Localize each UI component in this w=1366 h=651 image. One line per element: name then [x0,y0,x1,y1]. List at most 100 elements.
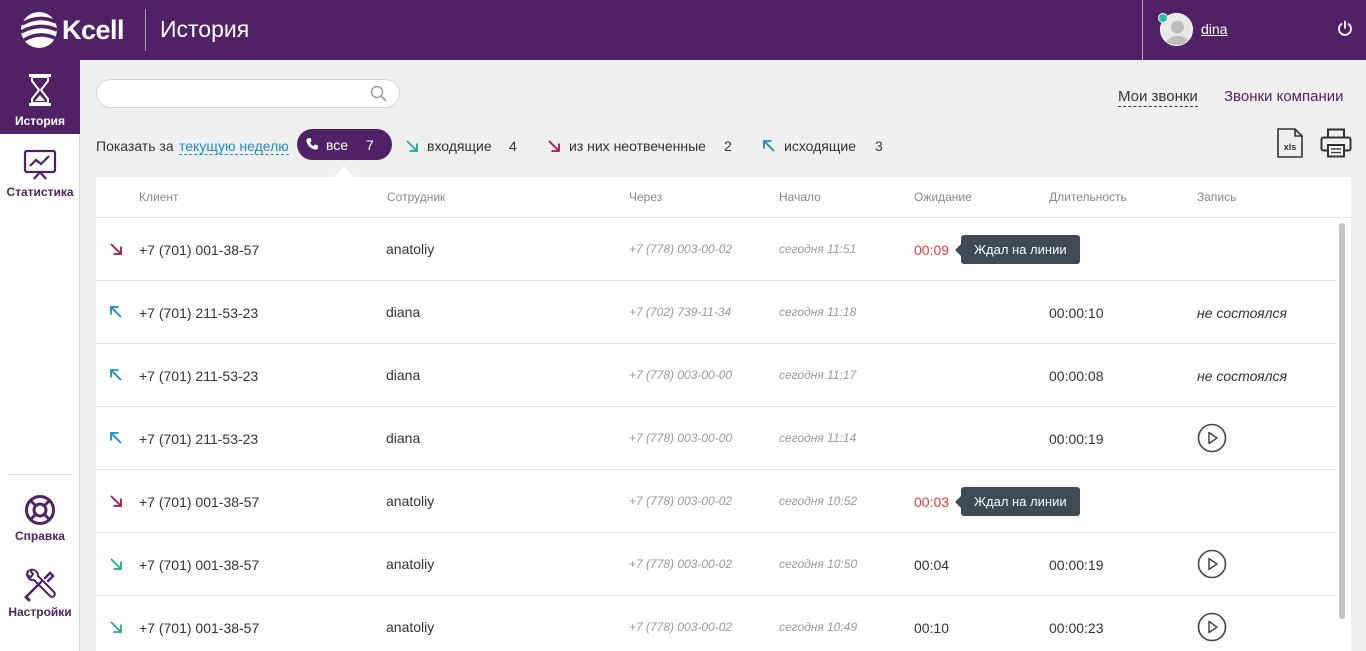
table-row[interactable]: +7 (701) 001-38-57 anatoliy +7 (778) 003-0… [96,533,1336,596]
wait-time: 00:03 [914,494,950,510]
outgoing-arrow-icon [762,139,776,156]
table-row[interactable]: +7 (701) 211-53-23 diana +7 (778) 003-00-0… [96,407,1336,470]
play-icon [1197,549,1227,582]
employee-name: anatoliy [386,556,435,572]
via-number: +7 (778) 003-00-02 [629,494,733,508]
xls-file-icon: xls [1277,128,1303,158]
wait-time: 00:04 [914,557,950,573]
column-header-record[interactable]: Запись [1197,190,1236,204]
incoming-call-icon [109,620,123,637]
start-time: сегодня 11:18 [779,305,857,319]
record-status: не состоялся [1197,305,1288,321]
call-duration: 00:00:19 [1049,557,1104,573]
sidebar-item-label: История [14,114,66,128]
column-header-start[interactable]: Начало [779,190,821,204]
start-time: сегодня 10:52 [779,494,858,508]
logo-text: Kcell [62,14,125,45]
missed-call-icon [109,494,123,511]
client-phone[interactable]: +7 (701) 001-38-57 [139,557,259,573]
filter-all-label: все [326,137,349,153]
via-number: +7 (778) 003-00-00 [629,368,733,382]
sidebar-item-label: Настройки [8,605,72,619]
employee-name: anatoliy [386,493,435,509]
user-name-link[interactable]: dina [1201,21,1227,37]
table-header: Клиент Сотрудник Через Начало Ожидание Д… [96,177,1351,218]
sidebar-item-help[interactable]: Справка [0,494,80,546]
outgoing-call-icon [109,305,123,322]
export-xls-button[interactable]: xls [1276,128,1304,163]
column-header-duration[interactable]: Длительность [1049,190,1127,204]
table-scrollbar[interactable] [1339,223,1345,619]
search-icon[interactable] [370,85,387,107]
start-time: сегодня 11:51 [779,242,857,256]
start-time: сегодня 10:50 [779,557,858,571]
filter-incoming-count: 4 [509,138,517,154]
hourglass-icon [29,74,51,106]
filter-missed-count: 2 [724,138,732,154]
waiting-tooltip: Ждал на линии [955,235,1080,264]
play-recording-button[interactable] [1197,549,1227,582]
sidebar-item-statistics[interactable]: Статистика [0,148,80,208]
start-time: сегодня 11:14 [779,431,857,445]
logout-button[interactable] [1337,20,1353,42]
column-header-employee[interactable]: Сотрудник [387,190,445,204]
column-header-client[interactable]: Клиент [139,190,179,204]
period-selector[interactable]: текущую неделю [179,138,289,155]
incoming-call-icon [109,557,123,574]
outgoing-call-icon [109,368,123,385]
filter-all-button[interactable]: все 7 [297,129,392,160]
call-duration: 00:00:08 [1049,368,1104,384]
page-title: История [160,16,250,42]
client-phone[interactable]: +7 (701) 211-53-23 [139,431,258,447]
my-calls-link[interactable]: Мои звонки [1118,88,1198,107]
chart-board-icon [23,149,57,180]
company-calls-link[interactable]: Звонки компании [1224,88,1344,105]
show-for-label: Показать за [96,138,174,154]
column-header-via[interactable]: Через [629,190,662,204]
sidebar: История Статистика Справка Настройки [0,60,80,651]
table-row[interactable]: +7 (701) 001-38-57 anatoliy +7 (778) 003-0… [96,596,1336,651]
client-phone[interactable]: +7 (701) 001-38-57 [139,242,259,258]
call-duration: 00:00:19 [1049,431,1104,447]
sidebar-item-label: Статистика [6,185,74,199]
client-phone[interactable]: +7 (701) 001-38-57 [139,620,259,636]
svg-text:xls: xls [1284,142,1297,152]
kcell-logo-icon [20,12,58,48]
client-phone[interactable]: +7 (701) 211-53-23 [139,305,258,321]
search-input[interactable] [111,80,371,107]
play-recording-button[interactable] [1197,612,1227,645]
missed-call-icon [109,242,123,259]
table-row[interactable]: +7 (701) 211-53-23 diana +7 (778) 003-00-0… [96,344,1336,407]
play-icon [1197,423,1227,456]
filter-pointer [334,166,354,177]
via-number: +7 (778) 003-00-02 [629,620,733,634]
filter-outgoing-count: 3 [875,138,883,154]
online-status-dot [1158,13,1168,23]
incoming-arrow-icon [405,139,419,156]
filter-outgoing-label: исходящие [784,138,857,154]
via-number: +7 (778) 003-00-00 [629,431,733,445]
start-time: сегодня 11:17 [779,368,857,382]
play-icon [1197,612,1227,645]
sidebar-item-history[interactable]: История [0,60,80,134]
play-recording-button[interactable] [1197,423,1227,456]
via-number: +7 (778) 003-00-02 [629,242,733,256]
call-duration: 00:00:10 [1049,305,1104,321]
print-button[interactable] [1320,128,1352,163]
filter-incoming-label: входящие [427,138,492,154]
missed-arrow-icon [547,139,561,156]
kcell-logo[interactable]: Kcell [20,10,125,50]
employee-name: diana [386,430,421,446]
search-box [96,79,400,108]
column-header-wait[interactable]: Ожидание [914,190,972,204]
client-phone[interactable]: +7 (701) 001-38-57 [139,494,259,510]
via-number: +7 (778) 003-00-02 [629,557,733,571]
table-row[interactable]: +7 (701) 001-38-57 anatoliy +7 (778) 003-0… [96,218,1336,281]
header-right-divider [1142,0,1143,60]
call-duration: 00:00:23 [1049,620,1104,636]
employee-name: anatoliy [386,619,435,635]
client-phone[interactable]: +7 (701) 211-53-23 [139,368,258,384]
sidebar-item-settings[interactable]: Настройки [0,568,80,620]
table-row[interactable]: +7 (701) 001-38-57 anatoliy +7 (778) 003-0… [96,470,1336,533]
table-row[interactable]: +7 (701) 211-53-23 diana +7 (702) 739-11-3… [96,281,1336,344]
